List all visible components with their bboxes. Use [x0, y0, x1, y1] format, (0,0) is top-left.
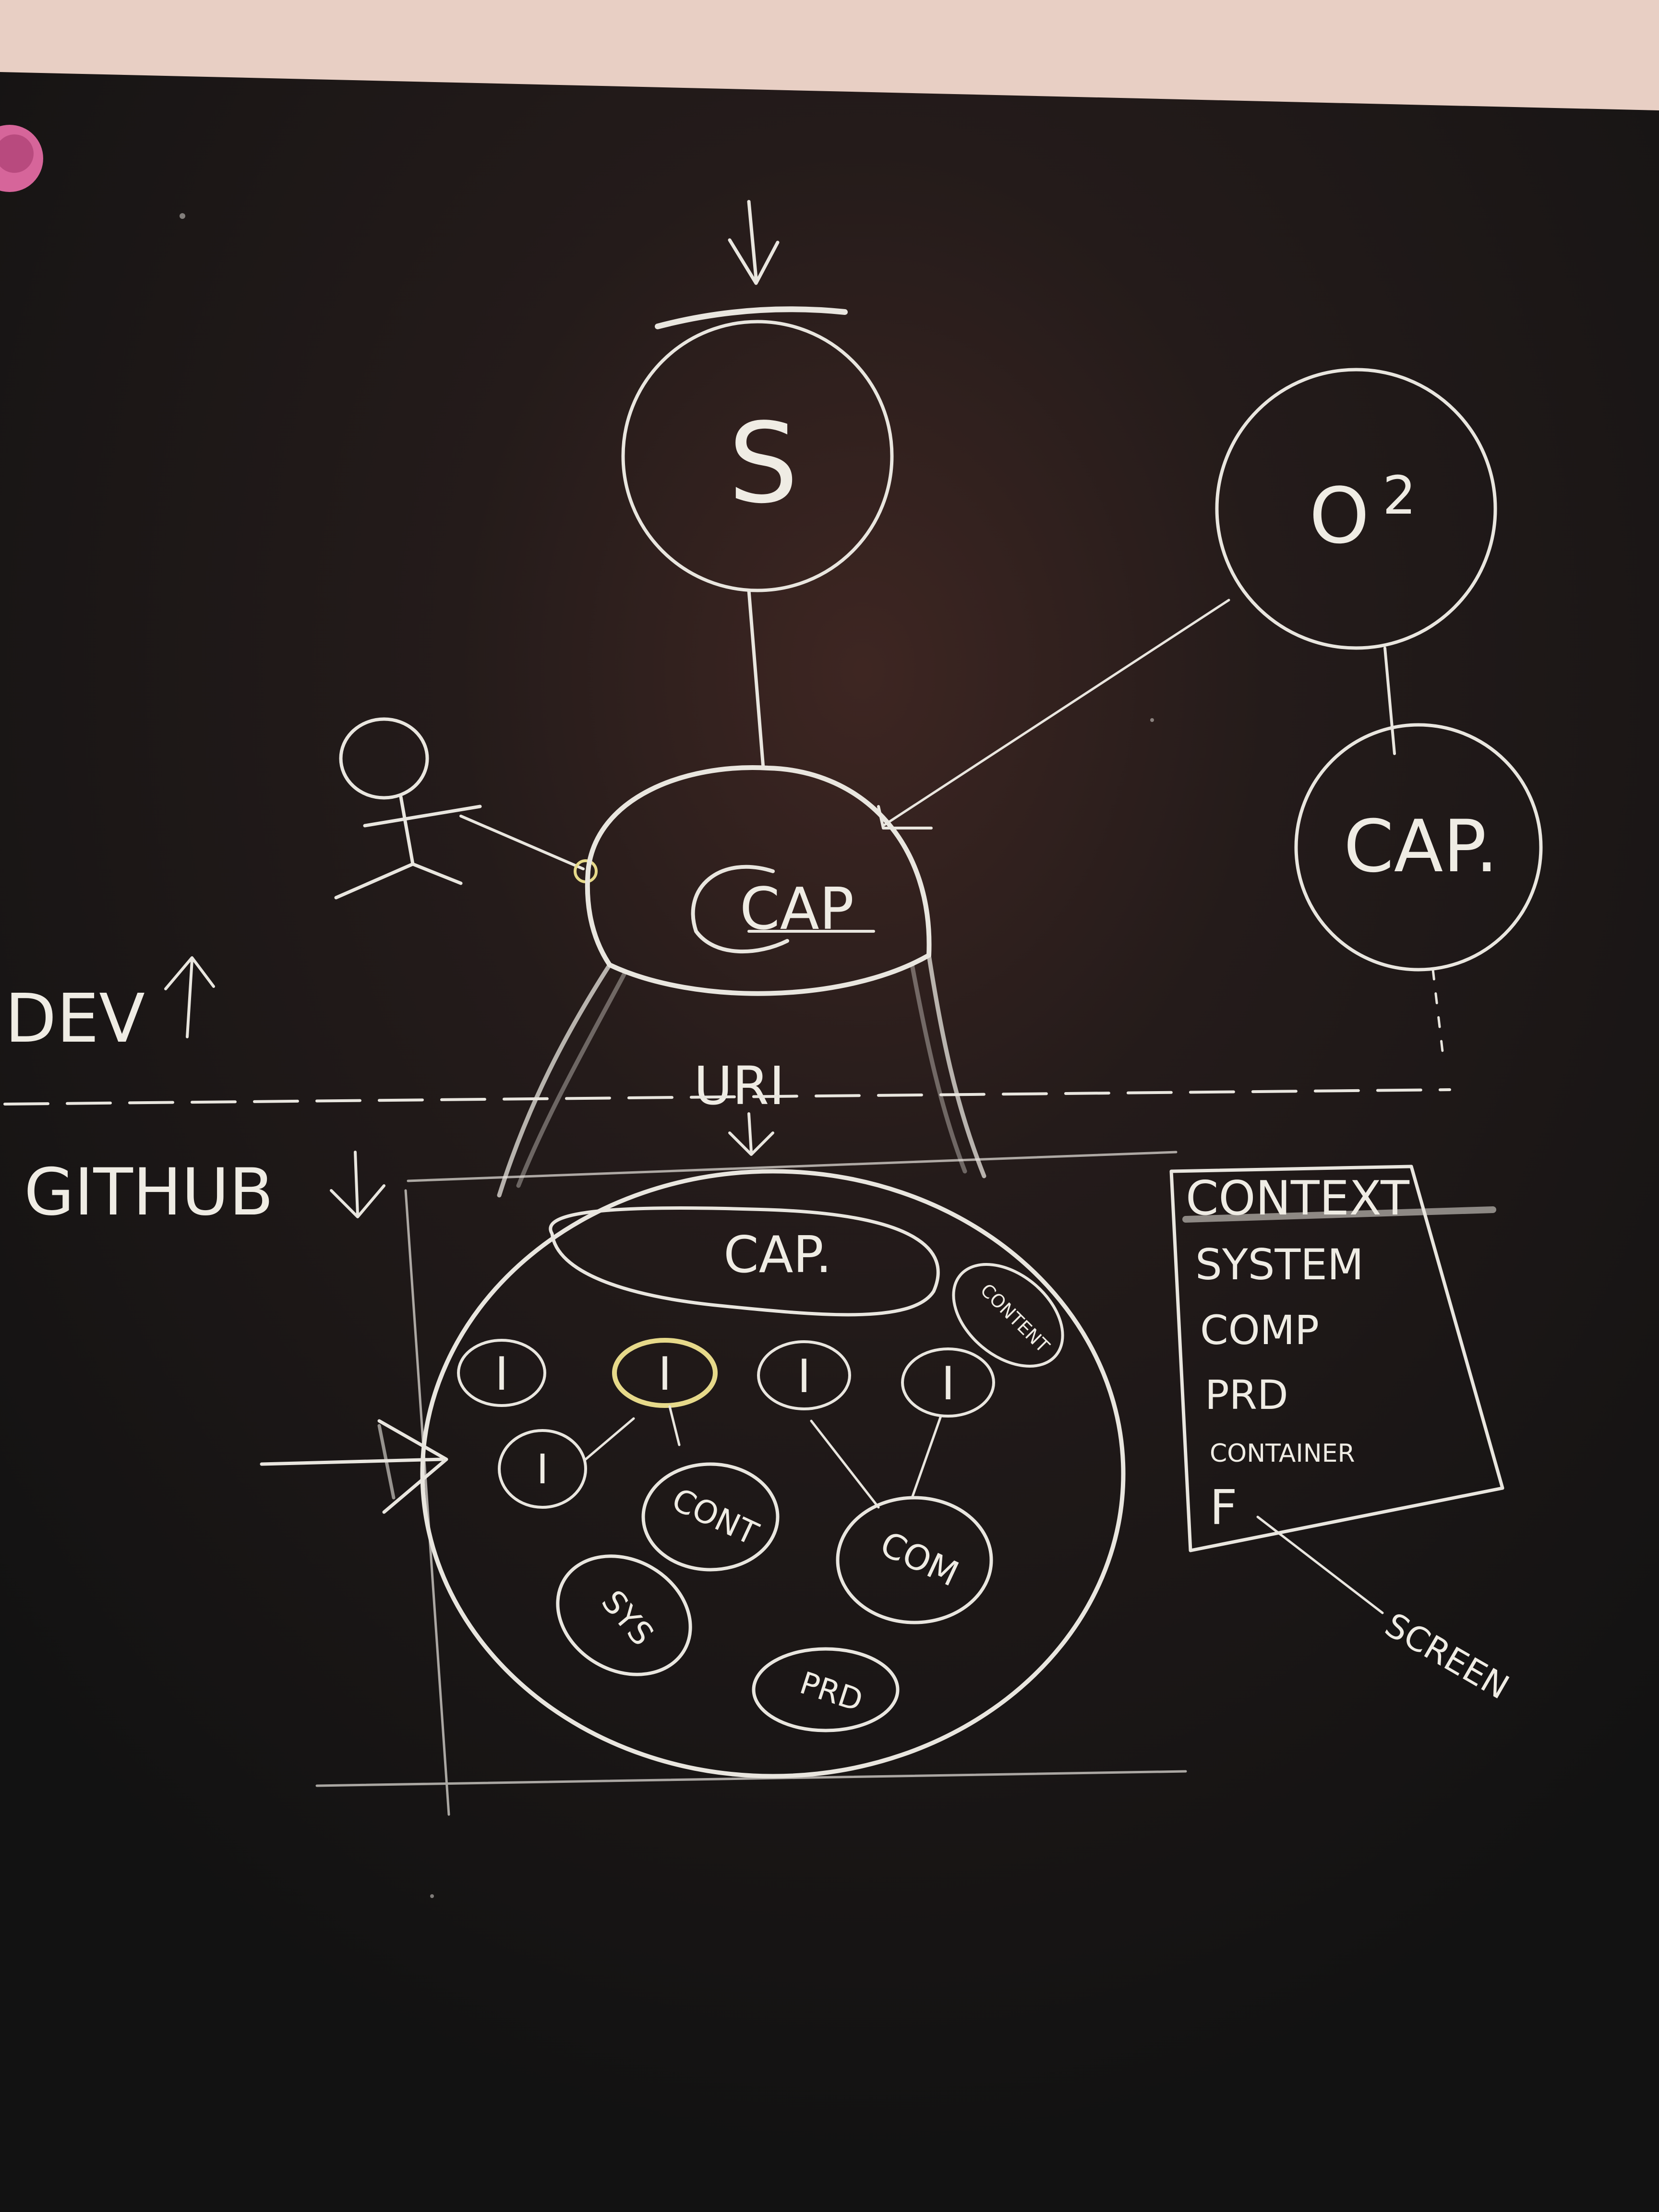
- list-item-f: F: [1210, 1479, 1238, 1536]
- node-o2-label: O: [1309, 471, 1370, 561]
- i-node-2-label: I: [658, 1348, 672, 1401]
- chalkboard: [0, 72, 1659, 2212]
- list-item-prd: PRD: [1205, 1371, 1288, 1419]
- node-s-label: S: [728, 400, 798, 528]
- uri-text: URI: [694, 1055, 784, 1117]
- list-item-container: CONTAINER: [1210, 1439, 1355, 1468]
- node-o2-superscript: 2: [1382, 465, 1416, 526]
- node-cap-center-label: CAP: [740, 876, 854, 943]
- label-github-text: GITHUB: [24, 1154, 274, 1230]
- i-node-1-label: I: [495, 1348, 508, 1401]
- list-item-comp: COMP: [1200, 1307, 1319, 1354]
- list-item-context: CONTEXT: [1186, 1171, 1410, 1226]
- label-dev-text: DEV: [5, 980, 145, 1058]
- chalkboard-photo: S O 2 CAP. CAP URI DEV GITHUB CAP. CONTE…: [0, 0, 1659, 2212]
- i-node-3-label: I: [797, 1350, 811, 1403]
- node-cap-right-label: CAP.: [1344, 805, 1498, 889]
- i-node-4-label: I: [941, 1358, 955, 1410]
- list-item-system: SYSTEM: [1195, 1240, 1364, 1289]
- inner-cap-label: CAP.: [723, 1226, 831, 1284]
- i-node-5-label: I: [536, 1446, 548, 1493]
